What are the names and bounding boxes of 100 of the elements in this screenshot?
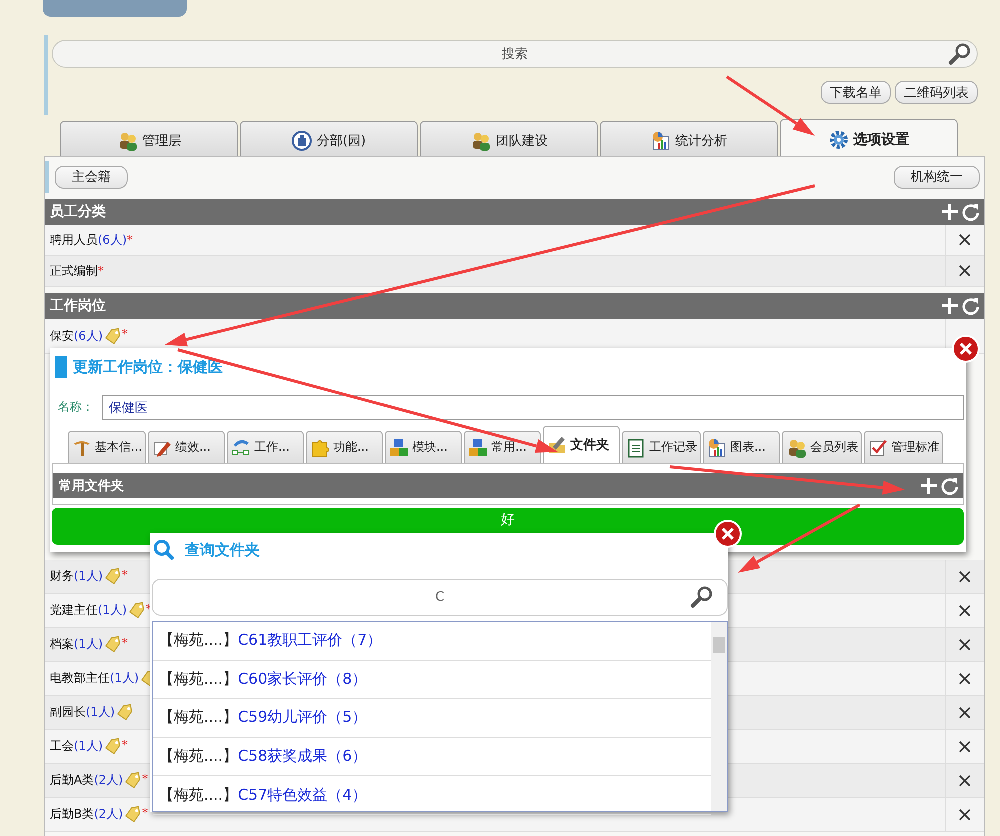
tab[interactable]: 会员列表 <box>782 431 862 463</box>
tab[interactable]: 工作记录 <box>622 431 702 463</box>
people-icon <box>786 438 808 458</box>
tag-icon <box>123 772 142 789</box>
toolbar-button[interactable]: 二维码列表 <box>895 81 978 104</box>
required-mark: * <box>142 772 148 786</box>
member-count: (2人) <box>94 806 124 823</box>
result-item[interactable]: 【梅苑....】C58获奖成果（6） <box>153 738 711 776</box>
cubes-icon <box>389 438 410 458</box>
cubes-icon <box>468 438 488 458</box>
role-name: 聘用人员 <box>50 232 98 248</box>
tab[interactable]: 模块... <box>385 431 462 463</box>
field-label: 名称： <box>57 399 95 416</box>
delete-icon[interactable] <box>959 638 971 650</box>
section-title: 员工分类 <box>50 203 106 221</box>
result-item[interactable]: 【梅苑....】C61教职工评价（7） <box>153 622 711 661</box>
member-count: (1人) <box>74 568 103 585</box>
member-count: (6人) <box>74 328 103 344</box>
member-count: (1人) <box>110 670 139 687</box>
section-title: 工作岗位 <box>50 297 106 315</box>
tab[interactable]: 选项设置 <box>780 119 958 156</box>
tag-icon <box>103 568 122 585</box>
tab[interactable]: 分部(园) <box>240 121 418 156</box>
title-marker <box>55 356 67 378</box>
delete-icon[interactable] <box>959 234 971 246</box>
gear-icon <box>828 130 848 150</box>
delete-icon[interactable] <box>959 265 971 277</box>
checklist-icon <box>868 438 888 458</box>
tab[interactable]: 团队建设 <box>420 121 598 156</box>
result-item[interactable]: 【梅苑....】C59幼儿评价（5） <box>153 699 711 738</box>
role-name: 保安 <box>50 328 74 344</box>
tab[interactable]: 统计分析 <box>600 121 778 156</box>
role-name: 副园长 <box>50 704 86 721</box>
chart-icon <box>707 438 728 458</box>
refresh-icon[interactable] <box>962 203 980 221</box>
search-field[interactable]: 搜索 <box>52 40 978 68</box>
required-mark: * <box>127 233 133 247</box>
tag-icon <box>123 806 142 823</box>
required-mark: * <box>122 636 128 650</box>
plus-icon[interactable] <box>920 476 938 494</box>
unify-button[interactable]: 机构统一 <box>894 166 980 188</box>
role-name: 工会 <box>50 738 74 755</box>
tag-icon <box>103 636 122 653</box>
required-mark: * <box>122 738 128 752</box>
tab[interactable]: 文件夹 <box>543 426 620 463</box>
required-mark: * <box>142 806 148 820</box>
search-icon[interactable] <box>948 42 972 66</box>
tab[interactable]: 工作... <box>227 431 304 463</box>
tag-icon <box>103 328 122 344</box>
clipboard-icon <box>626 438 646 458</box>
member-count: (6人) <box>98 232 127 248</box>
delete-icon[interactable] <box>959 672 971 684</box>
membership-button[interactable]: 主会籍 <box>55 166 128 188</box>
close-icon[interactable] <box>713 519 743 549</box>
refresh-icon[interactable] <box>941 476 959 494</box>
search-icon <box>153 539 175 561</box>
required-mark: * <box>122 568 128 582</box>
search-icon[interactable] <box>690 585 714 609</box>
plus-icon[interactable] <box>941 297 959 315</box>
role-name: 财务 <box>50 568 74 585</box>
delete-icon[interactable] <box>959 570 971 582</box>
role-name: 电教部主任 <box>50 670 110 687</box>
delete-icon[interactable] <box>959 604 971 616</box>
tab[interactable]: 功能... <box>306 431 384 463</box>
member-count: (1人) <box>86 704 115 721</box>
result-item[interactable]: 【梅苑....】C60家长评价（8） <box>153 660 711 700</box>
member-count: (1人) <box>74 636 103 653</box>
close-icon[interactable] <box>951 334 981 364</box>
role-name: 党建主任 <box>50 602 98 619</box>
toolbar-button[interactable]: 下载名单 <box>821 81 891 104</box>
delete-icon[interactable] <box>959 740 971 752</box>
member-count: (1人) <box>74 738 103 755</box>
tab[interactable]: 常用... <box>464 431 542 463</box>
refresh-icon[interactable] <box>962 297 980 315</box>
delete-icon[interactable] <box>959 706 971 718</box>
chart-icon <box>650 131 670 151</box>
member-count: (1人) <box>98 602 127 619</box>
scrollbar[interactable] <box>711 622 727 811</box>
tab[interactable]: 管理层 <box>60 121 238 156</box>
name-field[interactable]: 保健医 <box>102 395 964 420</box>
tab[interactable]: 管理标准 <box>864 431 944 463</box>
building-icon <box>292 131 312 151</box>
tab[interactable]: 图表... <box>703 431 780 463</box>
flow-icon <box>231 438 252 458</box>
result-item[interactable]: 【梅苑....】C57特色效益（4） <box>153 776 711 815</box>
role-name: 档案 <box>50 636 74 653</box>
puzzle-icon <box>310 438 330 458</box>
delete-icon[interactable] <box>959 808 971 820</box>
plus-icon[interactable] <box>941 203 959 221</box>
role-name: 后勤A类 <box>50 772 94 789</box>
tab[interactable]: 基本信... <box>68 431 146 463</box>
tag-icon <box>103 738 122 755</box>
required-mark: * <box>98 264 104 278</box>
section-title: 常用文件夹 <box>59 478 124 494</box>
member-count: (2人) <box>94 772 124 789</box>
tab[interactable]: 绩效... <box>148 431 226 463</box>
search-field[interactable]: C <box>152 579 728 616</box>
people-icon <box>470 131 491 151</box>
delete-icon[interactable] <box>959 774 971 786</box>
role-name: 正式编制 <box>50 262 98 280</box>
